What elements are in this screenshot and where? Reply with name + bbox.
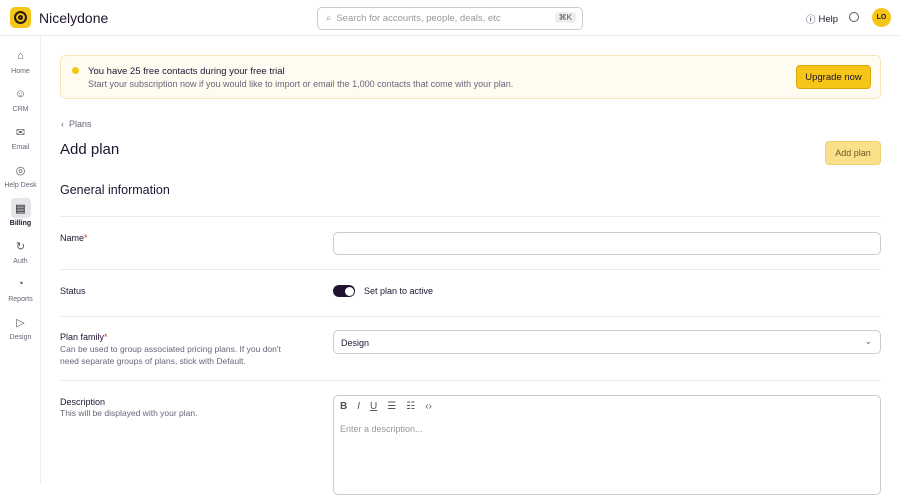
status-toggle[interactable] bbox=[333, 285, 355, 297]
top-bar: Nicelydone ⌕ Search for accounts, people,… bbox=[0, 0, 900, 36]
sidebar-item-label: Billing bbox=[9, 220, 32, 227]
brand-name: Nicelydone bbox=[39, 10, 109, 26]
avatar[interactable]: LO bbox=[872, 8, 891, 27]
crm-icon: ☺ bbox=[14, 88, 27, 100]
chevron-left-icon: ‹ bbox=[61, 119, 69, 129]
divider bbox=[60, 216, 881, 217]
chat-icon[interactable] bbox=[849, 12, 859, 22]
help-label: Help bbox=[818, 13, 839, 25]
name-label: Name* bbox=[60, 233, 88, 243]
sidebar-item-email[interactable]: ✉ Email bbox=[0, 122, 41, 152]
sidebar-item-crm[interactable]: ☺ CRM bbox=[0, 84, 41, 113]
sidebar-item-auth[interactable]: ↻ Auth bbox=[0, 236, 41, 266]
banner-text: Start your subscription now if you would… bbox=[88, 79, 514, 89]
breadcrumb-plans: Plans bbox=[69, 119, 92, 129]
banner-title: You have 25 free contacts during your fr… bbox=[88, 66, 285, 77]
italic-icon[interactable]: I bbox=[357, 401, 360, 412]
sidebar-item-label: Email bbox=[11, 144, 30, 151]
trial-banner: You have 25 free contacts during your fr… bbox=[60, 55, 881, 99]
billing-icon: ▤ bbox=[10, 198, 31, 218]
divider bbox=[60, 380, 881, 381]
add-plan-button[interactable]: Add plan bbox=[825, 141, 881, 165]
editor-toolbar: B I U ☰ ☷ ‹› bbox=[340, 401, 432, 412]
description-label: Description bbox=[60, 397, 106, 407]
bullet-list-icon[interactable]: ☰ bbox=[387, 401, 396, 412]
search-placeholder: Search for accounts, people, deals, etc bbox=[336, 13, 501, 24]
bold-icon[interactable]: B bbox=[340, 401, 347, 412]
sidebar-item-help-desk[interactable]: ◎ Help Desk bbox=[0, 160, 41, 190]
breadcrumb[interactable]: ‹ Plans bbox=[61, 119, 92, 129]
chevron-down-icon: ⌄ bbox=[864, 336, 872, 346]
info-dot-icon bbox=[72, 67, 79, 74]
sidebar-item-label: Help Desk bbox=[4, 182, 37, 189]
status-toggle-label: Set plan to active bbox=[364, 286, 434, 296]
sidebar-item-label: Reports bbox=[8, 296, 33, 303]
sidebar-item-reports[interactable]: ◔ Reports bbox=[0, 274, 41, 303]
underline-icon[interactable]: U bbox=[370, 401, 377, 412]
help-desk-icon: ◎ bbox=[15, 164, 26, 177]
help-icon: ⓘ bbox=[806, 15, 816, 26]
plan-family-label: Plan family* bbox=[60, 332, 108, 342]
sidebar-item-label: CRM bbox=[12, 106, 29, 113]
email-icon: ✉ bbox=[15, 126, 26, 139]
plan-family-help: Can be used to group associated pricing … bbox=[60, 344, 281, 366]
page-title: Add plan bbox=[60, 141, 120, 158]
sidebar-item-design[interactable]: ▷ Design bbox=[0, 312, 41, 342]
home-icon: ⌂ bbox=[17, 50, 24, 62]
sidebar-item-home[interactable]: ⌂ Home bbox=[0, 46, 41, 75]
reports-icon: ◔ bbox=[17, 278, 24, 290]
design-icon: ▷ bbox=[16, 316, 25, 329]
numbered-list-icon[interactable]: ☷ bbox=[406, 401, 415, 412]
sidebar-item-label: Auth bbox=[13, 258, 28, 265]
logo-icon[interactable] bbox=[10, 7, 31, 28]
section-title: General information bbox=[60, 183, 170, 197]
sidebar-item-billing[interactable]: ▤ Billing bbox=[0, 198, 41, 227]
description-placeholder: Enter a description... bbox=[340, 424, 423, 434]
sidebar: ⌂ Home ☺ CRM ✉ Email ◎ Help Desk ▤ Billing ↻ Auth ◔ R… bbox=[0, 37, 41, 484]
sidebar-item-label: Design bbox=[9, 334, 32, 341]
search-input[interactable]: ⌕ Search for accounts, people, deals, etc… bbox=[317, 7, 583, 30]
status-label: Status bbox=[60, 286, 86, 296]
description-help: This will be displayed with your plan. bbox=[60, 408, 198, 418]
plan-family-value: Design bbox=[341, 338, 370, 348]
name-input[interactable] bbox=[333, 232, 881, 255]
upgrade-button[interactable]: Upgrade now bbox=[796, 65, 871, 89]
divider bbox=[60, 316, 881, 317]
code-icon[interactable]: ‹› bbox=[425, 401, 432, 412]
sidebar-item-label: Home bbox=[11, 68, 30, 75]
divider bbox=[60, 269, 881, 270]
shortcut-badge: ⌘K bbox=[554, 12, 576, 23]
plan-family-select[interactable]: Design ⌄ bbox=[333, 330, 881, 354]
help-button[interactable]: ⓘ Help bbox=[806, 12, 839, 27]
auth-icon: ↻ bbox=[15, 240, 26, 253]
search-icon: ⌕ bbox=[326, 13, 332, 24]
